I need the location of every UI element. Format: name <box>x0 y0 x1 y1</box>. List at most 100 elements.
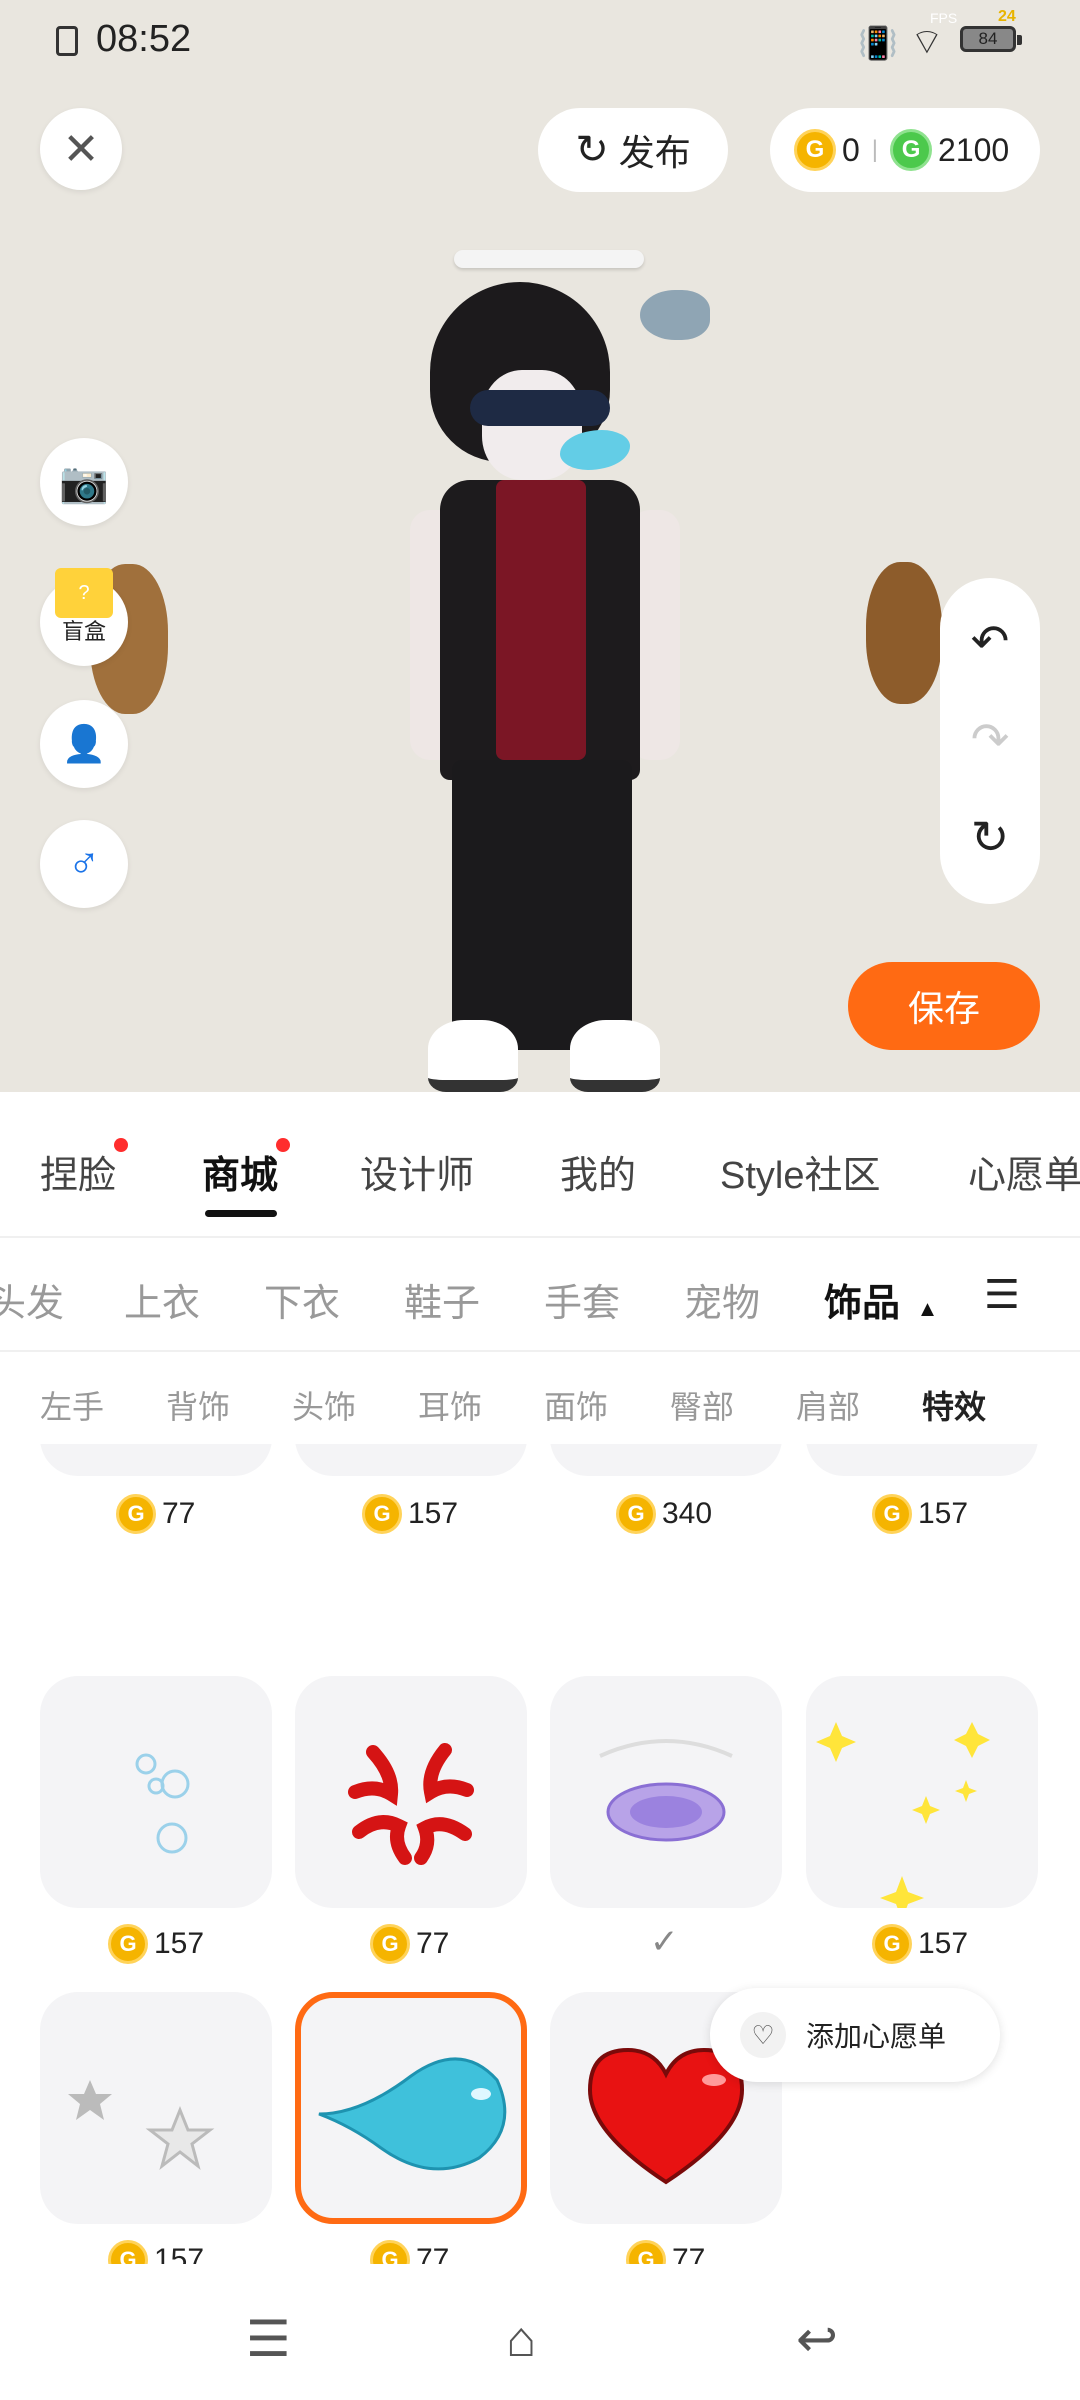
main-tabs: 捏脸 商城 设计师 我的 Style社区 心愿单 <box>0 1092 1080 1238</box>
category-ear[interactable]: 耳饰 <box>418 1382 482 1428</box>
category-face[interactable]: 面饰 <box>544 1382 608 1428</box>
green-coin-icon: G <box>890 129 933 171</box>
backdrop-decoration <box>866 562 942 704</box>
item-card[interactable] <box>806 1444 1038 1476</box>
anger-icon <box>348 1743 474 1865</box>
avatar-id-button[interactable]: 👤 <box>40 700 128 788</box>
item-price: G 77 <box>116 1494 195 1534</box>
item-card-purple-ring[interactable] <box>550 1676 782 1908</box>
shop-panel: 捏脸 商城 设计师 我的 Style社区 心愿单 头发 上衣 下衣 鞋子 手套 … <box>0 1092 1080 2400</box>
filter-icon[interactable]: ☰ <box>984 1272 1020 1318</box>
status-bar: 08:52 📳 ⌔ FPS 24 84 <box>0 8 1080 68</box>
blindbox-button[interactable]: ? 盲盒 <box>40 568 128 666</box>
gold-coin-icon: G <box>794 129 836 171</box>
add-to-wishlist-button[interactable]: ♡ 添加心愿单 <box>710 1988 1000 2082</box>
item-card-water-drop[interactable] <box>295 1992 527 2224</box>
gender-switch-button[interactable]: ♂ <box>40 820 128 908</box>
tab-label: 设计师 <box>360 1155 475 1197</box>
gold-coin-amount: 0 <box>842 131 860 168</box>
subtab-top[interactable]: 上衣 <box>124 1272 200 1327</box>
price-value: 77 <box>416 1927 450 1960</box>
save-button[interactable]: 保存 <box>848 962 1040 1050</box>
item-card-stars[interactable] <box>40 1992 272 2224</box>
coin-icon: G <box>872 1494 912 1534</box>
item-price: G 77 <box>370 1924 449 1964</box>
price-value: 77 <box>162 1497 196 1530</box>
coin-icon: G <box>626 2240 666 2264</box>
subtab-accessories[interactable]: 饰品 ▲ <box>824 1272 938 1327</box>
fps-value: 24 <box>998 8 1016 25</box>
subtab-hair[interactable]: 头发 <box>0 1272 64 1327</box>
price-value: 157 <box>154 1927 205 1960</box>
vibrate-icon: 📳 <box>858 25 898 61</box>
item-price: G 77 <box>370 2240 449 2264</box>
price-value: 77 <box>672 2243 706 2264</box>
avatar-stage[interactable]: 08:52 📳 ⌔ FPS 24 84 ✕ ↻ 发布 G 0 | G 2100 … <box>0 0 1080 1092</box>
tab-mine[interactable]: 我的 <box>560 1144 636 1199</box>
coin-icon: G <box>616 1494 656 1534</box>
publish-label: 发布 <box>618 132 691 173</box>
home-icon[interactable]: ⌂ <box>506 2310 536 2368</box>
category-left-hand[interactable]: 左手 <box>40 1382 104 1428</box>
price-value: 157 <box>918 1497 969 1530</box>
redo-icon[interactable]: ↷ <box>940 712 1040 766</box>
menu-icon[interactable]: ☰ <box>246 2310 291 2368</box>
item-price: G 157 <box>872 1494 968 1534</box>
caret-up-icon: ▲ <box>916 1296 939 1321</box>
category-back[interactable]: 背饰 <box>166 1382 230 1428</box>
tab-label: 心愿单 <box>968 1155 1080 1197</box>
item-price: G 157 <box>872 1924 968 1964</box>
tab-wishlist[interactable]: 心愿单 <box>968 1144 1080 1199</box>
item-card[interactable] <box>550 1444 782 1476</box>
item-card-sparkles[interactable] <box>806 1676 1038 1908</box>
water-drop-icon <box>318 2057 507 2171</box>
price-value: 77 <box>416 2243 450 2264</box>
coin-icon: G <box>872 1924 912 1964</box>
tab-shop[interactable]: 商城 <box>202 1138 291 1199</box>
active-tab-indicator <box>205 1210 277 1217</box>
owned-checkmark-icon: ✓ <box>650 1923 679 1961</box>
tab-face[interactable]: 捏脸 <box>40 1138 129 1199</box>
camera-button[interactable]: 📷 <box>40 438 128 526</box>
tab-style-community[interactable]: Style社区 <box>720 1144 880 1199</box>
reset-icon[interactable]: ↻ <box>940 810 1040 864</box>
magic-circle-icon <box>599 1739 733 1842</box>
subtab-bottom[interactable]: 下衣 <box>264 1272 340 1327</box>
camera-icon: 📷 <box>59 460 109 505</box>
category-shoulder[interactable]: 肩部 <box>796 1382 860 1428</box>
category-hip[interactable]: 臀部 <box>670 1382 734 1428</box>
blindbox-label: 盲盒 <box>61 619 106 644</box>
price-value: 157 <box>918 1927 969 1960</box>
item-card[interactable] <box>295 1444 527 1476</box>
subtab-gloves[interactable]: 手套 <box>544 1272 620 1327</box>
subtab-pets[interactable]: 宠物 <box>684 1272 760 1327</box>
undo-icon[interactable]: ↶ <box>940 614 1040 668</box>
back-icon[interactable]: ↩ <box>796 2310 838 2368</box>
item-price: G 157 <box>108 2240 204 2264</box>
item-price: G 340 <box>616 1494 712 1534</box>
system-nav-bar: ☰ ⌂ ↩ <box>0 2290 1080 2400</box>
tab-designer[interactable]: 设计师 <box>360 1144 474 1199</box>
notification-dot <box>276 1138 291 1152</box>
item-card-bubbles[interactable] <box>40 1676 272 1908</box>
wifi-icon: ⌔ <box>910 21 944 62</box>
item-price: G 157 <box>108 1924 204 1964</box>
category-head[interactable]: 头饰 <box>292 1382 356 1428</box>
close-button[interactable]: ✕ <box>40 108 122 190</box>
item-card[interactable] <box>40 1444 272 1476</box>
avatar-shoe <box>428 1020 518 1092</box>
item-card-anger[interactable] <box>295 1676 527 1908</box>
avatar-figure[interactable] <box>410 230 710 1092</box>
publish-button[interactable]: ↻ 发布 <box>538 108 728 192</box>
blindbox-icon: ? <box>55 568 113 618</box>
item-grid: G 77 G 157 G 340 G 157 G 157 G 77 ✓ G 15… <box>0 1444 1080 2264</box>
subtab-shoes[interactable]: 鞋子 <box>404 1272 480 1327</box>
fps-label: FPS <box>930 10 958 26</box>
currency-display[interactable]: G 0 | G 2100 <box>770 108 1040 192</box>
status-time: 08:52 <box>96 18 192 60</box>
user-id-icon: 👤 <box>61 723 107 764</box>
category-effects[interactable]: 特效 <box>922 1382 986 1428</box>
wishlist-label: 添加心愿单 <box>806 2021 947 2052</box>
bubbles-icon <box>135 1753 190 1854</box>
tab-label: 捏脸 <box>40 1155 117 1197</box>
